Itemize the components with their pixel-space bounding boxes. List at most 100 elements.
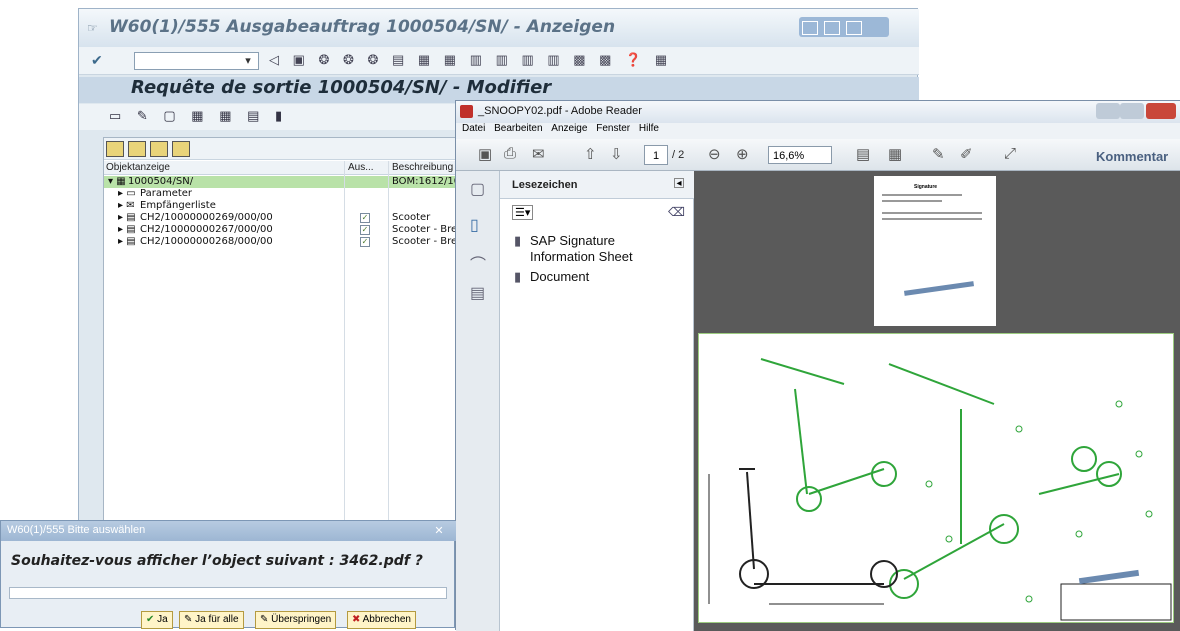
yes-button[interactable]: ✔ Ja xyxy=(141,611,173,629)
menu-hilfe[interactable]: Hilfe xyxy=(639,123,659,134)
bookmark-delete-icon[interactable]: ⌫ xyxy=(668,205,685,219)
tree-button-icon[interactable] xyxy=(106,141,124,157)
save-icon[interactable]: ▣ xyxy=(478,145,492,165)
bookmark-item[interactable]: ▮ Document xyxy=(514,269,589,284)
chevron-down-icon[interactable]: ▾ xyxy=(239,52,257,70)
scooter-drawing xyxy=(708,358,1172,621)
adobe-logo-icon xyxy=(460,105,473,118)
document-area[interactable]: Signature xyxy=(694,171,1180,631)
pen-icon: ✎ xyxy=(184,614,196,625)
tree-header: Objektanzeige Aus... Beschreibung xyxy=(104,161,484,175)
bookmark-item-icon: ▮ xyxy=(514,269,522,284)
signature-stamp xyxy=(903,281,975,296)
toolbar-icons[interactable]: ◁ ▣ ❂ ❂ ❂ ▤ ▦ ▦ ▥ ▥ ▥ ▥ ▩ ▩ ❓ ▦ xyxy=(269,52,672,68)
expand-icon[interactable]: ▸ ▤ xyxy=(118,224,136,235)
collapse-panel-icon[interactable]: ◂ xyxy=(674,178,684,189)
mail-icon[interactable]: ✉ xyxy=(532,145,545,165)
tree-button-icon[interactable] xyxy=(128,141,146,157)
menu-anzeige[interactable]: Anzeige xyxy=(551,123,587,134)
navigation-pane: ▢ ▯ ⌒ ▤ xyxy=(456,171,500,631)
maximize-button[interactable] xyxy=(1120,103,1144,119)
close-button[interactable] xyxy=(1146,103,1176,119)
page-total: / 2 xyxy=(672,149,685,161)
menu-datei[interactable]: Datei xyxy=(462,123,485,134)
minimize-button[interactable] xyxy=(1096,103,1120,119)
adobe-toolbar: ▣ ⎙ ✉ ⇧ ⇩ 1 / 2 ⊖ ⊕ 16,6% ▤ ▦ ✎ ✐ ⤢ Komm… xyxy=(456,139,1180,171)
pdf-page-signature: Signature xyxy=(874,176,996,326)
tree-row[interactable]: ▸ ▭ Parameter xyxy=(104,188,484,200)
app-toolbar-icons[interactable]: ▭ ✎ ▢ ▦ ▦ ▤ ▮ xyxy=(109,108,288,124)
expand-icon[interactable]: ⤢ xyxy=(1004,145,1016,165)
bookmark-item-icon: ▮ xyxy=(514,233,522,248)
attachment-icon[interactable]: ⌒ xyxy=(470,251,486,275)
expand-icon[interactable]: ▸ ▤ xyxy=(118,212,136,223)
bookmark-item[interactable]: ▮ SAP Signature Information Sheet xyxy=(514,233,680,265)
layers-icon[interactable]: ▤ xyxy=(470,283,485,303)
col-object[interactable]: Objektanzeige xyxy=(106,162,170,173)
expand-icon[interactable]: ▾ ▦ xyxy=(108,176,126,187)
expand-icon[interactable]: ▸ ▤ xyxy=(118,236,136,247)
comment-icon[interactable]: ✎ xyxy=(932,145,945,165)
sap-title-bar: ☞ W60(1)/555 Ausgabeauftrag 1000504/SN/ … xyxy=(79,9,919,47)
tree-row[interactable]: ▸ ▤ CH2/10000000267/000/00 ✓ Scooter - B… xyxy=(104,224,484,236)
tree-button-icon[interactable] xyxy=(172,141,190,157)
column-divider xyxy=(344,161,345,556)
text-line xyxy=(882,194,962,196)
window-icon: ☞ xyxy=(87,21,98,35)
col-desc[interactable]: Beschreibung xyxy=(392,162,453,173)
adobe-window-title: _SNOOPY02.pdf - Adobe Reader xyxy=(478,105,642,117)
sap-window-controls[interactable] xyxy=(799,17,889,37)
checkbox[interactable]: ✓ xyxy=(360,225,370,235)
menu-bearbeiten[interactable]: Bearbeiten xyxy=(494,123,542,134)
tree-row[interactable]: ▾ ▦ 1000504/SN/ BOM:1612/10 xyxy=(104,176,484,188)
pages-icon[interactable]: ▢ xyxy=(470,179,485,199)
bookmark-icon[interactable]: ▯ xyxy=(470,215,479,235)
menu-bar: Datei Bearbeiten Anzeige Fenster Hilfe xyxy=(456,123,1180,139)
bookmark-tools: ☰▾ ⌫ xyxy=(500,201,694,225)
bookmark-header: Lesezeichen ◂ xyxy=(500,171,694,199)
select-dialog: W60(1)/555 Bitte auswählen ✕ Souhaitez-v… xyxy=(0,520,456,629)
cancel-button[interactable]: ✖ Abbrechen xyxy=(347,611,416,629)
expand-icon[interactable]: ▸ ▭ xyxy=(118,188,136,199)
tree-row[interactable]: ▸ ✉ Empfängerliste xyxy=(104,200,484,212)
tree-button-icon[interactable] xyxy=(150,141,168,157)
sap-window-title: W60(1)/555 Ausgabeauftrag 1000504/SN/ - … xyxy=(109,17,616,37)
checkbox[interactable]: ✓ xyxy=(360,237,370,247)
menu-fenster[interactable]: Fenster xyxy=(596,123,630,134)
next-page-icon[interactable]: ⇩ xyxy=(610,145,623,165)
check-icon: ✔ xyxy=(146,614,158,625)
bookmarks-title: Lesezeichen xyxy=(512,179,578,191)
print-icon[interactable]: ⎙ xyxy=(504,145,516,165)
tree-toolbar xyxy=(104,138,484,160)
expand-icon[interactable]: ▸ ✉ xyxy=(118,200,135,211)
horizontal-scrollbar[interactable] xyxy=(9,587,447,599)
text-line xyxy=(882,200,942,202)
dialog-message: Souhaitez-vous afficher l’object suivant… xyxy=(11,553,423,569)
tree-row[interactable]: ▸ ▤ CH2/10000000269/000/00 ✓ Scooter xyxy=(104,212,484,224)
request-title: Requête de sortie 1000504/SN/ - Modifier xyxy=(131,77,552,98)
col-aus[interactable]: Aus... xyxy=(348,162,374,173)
full-screen-icon[interactable]: ▦ xyxy=(888,145,902,165)
options-menu-icon[interactable]: ☰▾ xyxy=(512,205,534,220)
skip-button[interactable]: ✎ Überspringen xyxy=(255,611,337,629)
checkbox[interactable]: ✓ xyxy=(360,213,370,223)
fit-page-icon[interactable]: ▤ xyxy=(856,145,870,165)
previous-page-icon[interactable]: ⇧ xyxy=(584,145,597,165)
close-icon[interactable]: ✕ xyxy=(431,524,447,538)
comment-panel-button[interactable]: Kommentar xyxy=(1096,149,1168,164)
page-number-input[interactable]: 1 xyxy=(644,145,668,165)
tree-row[interactable]: ▸ ▤ CH2/10000000268/000/00 ✓ Scooter - B… xyxy=(104,236,484,248)
adobe-reader-window: _SNOOPY02.pdf - Adobe Reader Datei Bearb… xyxy=(455,100,1180,631)
dialog-title: W60(1)/555 Bitte auswählen xyxy=(7,524,146,536)
yes-all-button[interactable]: ✎ Ja für alle xyxy=(179,611,244,629)
zoom-out-icon[interactable]: ⊖ xyxy=(708,145,721,165)
zoom-field[interactable]: 16,6% xyxy=(768,146,832,164)
zoom-in-icon[interactable]: ⊕ xyxy=(736,145,749,165)
dialog-title-bar: W60(1)/555 Bitte auswählen xyxy=(1,521,456,541)
skip-icon: ✎ xyxy=(260,614,272,625)
enter-icon[interactable]: ✔ xyxy=(91,52,103,69)
page-heading: Signature xyxy=(914,184,938,190)
adobe-title-bar: _SNOOPY02.pdf - Adobe Reader xyxy=(456,101,1180,123)
object-tree: Objektanzeige Aus... Beschreibung ▾ ▦ 10… xyxy=(103,137,484,557)
highlight-icon[interactable]: ✐ xyxy=(960,145,973,165)
